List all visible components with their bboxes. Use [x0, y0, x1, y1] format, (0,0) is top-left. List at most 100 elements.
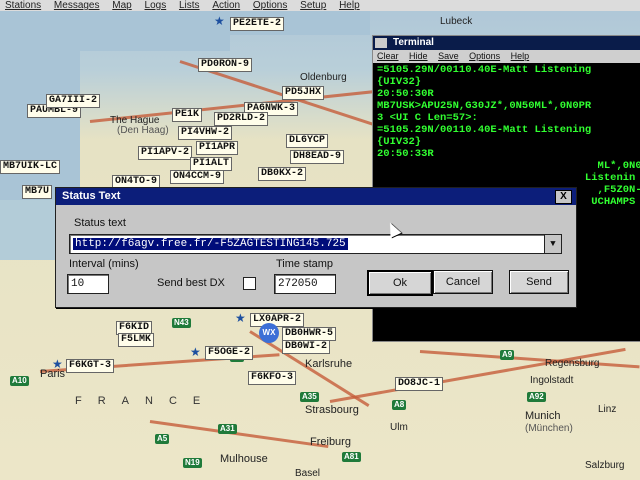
system-menu-icon[interactable]	[375, 38, 387, 48]
station-label[interactable]: MB7UIK-LC	[0, 160, 61, 174]
station-label[interactable]: PD5JHX	[282, 86, 325, 100]
city-freiburg: Freiburg	[310, 436, 351, 448]
station-label[interactable]: F5LMK	[118, 333, 155, 347]
city-lubeck: Lubeck	[440, 16, 473, 27]
interval-label: Interval (mins)	[69, 258, 139, 270]
dialog-title: Status Text	[62, 190, 121, 202]
terminal-line: 20:50:30R	[377, 88, 434, 100]
terminal-menu-clear[interactable]: Clear	[373, 51, 403, 61]
station-label[interactable]: ON4CCM-9	[170, 170, 225, 184]
cancel-button[interactable]: Cancel	[433, 270, 493, 294]
city-oldenburg: Oldenburg	[300, 72, 347, 83]
dialog-title-bar[interactable]: Status Text X	[56, 188, 576, 205]
city-karlsruhe: Karlsruhe	[305, 358, 353, 370]
station-label[interactable]: PI1ALT	[190, 157, 233, 171]
terminal-menu-options[interactable]: Options	[465, 51, 504, 61]
send-best-dx-label: Send best DX	[157, 277, 225, 289]
city-mulhouse: Mulhouse	[220, 453, 268, 465]
city-salzburg: Salzburg	[585, 460, 625, 471]
close-icon[interactable]: X	[555, 190, 572, 204]
menu-messages[interactable]: Messages	[49, 0, 105, 11]
menu-options[interactable]: Options	[248, 0, 292, 11]
station-star-icon: ★	[190, 345, 201, 359]
terminal-title-bar[interactable]: Terminal	[373, 36, 640, 50]
station-label[interactable]: PI1APV-2	[138, 146, 193, 160]
station-label[interactable]: PE2ETE-2	[230, 17, 285, 31]
menu-lists[interactable]: Lists	[174, 0, 205, 11]
chevron-down-icon[interactable]: ▼	[544, 235, 561, 253]
menu-stations[interactable]: Stations	[0, 0, 46, 11]
station-label[interactable]: DL6YCP	[286, 134, 329, 148]
station-label[interactable]: PI1APR	[196, 141, 239, 155]
terminal-line: =5105.29N/00110.40E-Matt Listening	[377, 64, 592, 76]
terminal-line: {UIV32}	[377, 76, 422, 88]
terminal-menu-bar: Clear Hide Save Options Help	[373, 50, 640, 63]
road-shield-a5: A5	[155, 434, 170, 444]
station-label[interactable]: F5OGE-2	[205, 346, 254, 360]
city-strasbourg: Strasbourg	[305, 404, 359, 416]
terminal-line: Listenin	[377, 172, 636, 184]
road-shield-a35: A35	[300, 392, 319, 402]
city-den-haag: (Den Haag)	[117, 125, 169, 136]
country-label-france: FRANCE	[75, 395, 217, 407]
menu-map[interactable]: Map	[107, 0, 136, 11]
menu-setup[interactable]: Setup	[295, 0, 331, 11]
terminal-line: {UIV32}	[377, 136, 422, 148]
station-label[interactable]: DB0WI-2	[282, 340, 331, 354]
station-label[interactable]: PI4VHW-2	[178, 126, 233, 140]
station-label[interactable]: DB0KX-2	[258, 167, 307, 181]
terminal-line: 3 <UI C Len=57>:	[377, 112, 478, 124]
station-label[interactable]: F6KGT-3	[66, 359, 115, 373]
road-shield-a9: A9	[500, 350, 515, 360]
terminal-line: MB7USK>APU25N,G30JZ*,0N50ML*,0N0PR	[377, 100, 592, 112]
menu-action[interactable]: Action	[207, 0, 245, 11]
road-shield-n43: N43	[172, 318, 191, 328]
station-label[interactable]: GA7III-2	[46, 94, 101, 108]
time-stamp-label: Time stamp	[276, 258, 334, 270]
station-label[interactable]: MB7U	[22, 185, 53, 199]
status-text-dialog: Status Text X Status text http://f6agv.f…	[55, 187, 577, 308]
ok-button[interactable]: Ok	[367, 270, 433, 296]
road-shield-a92: A92	[527, 392, 546, 402]
station-label[interactable]: DB0HWR-5	[282, 327, 337, 341]
station-star-icon: ★	[235, 311, 246, 325]
station-label[interactable]: F6KFO-3	[248, 371, 297, 385]
status-text-combobox[interactable]: http://f6agv.free.fr/-F5ZAGTESTING145.72…	[69, 234, 562, 254]
menu-logs[interactable]: Logs	[140, 0, 172, 11]
city-ulm: Ulm	[390, 422, 408, 433]
status-text-label: Status text	[74, 217, 126, 229]
city-linz: Linz	[598, 404, 617, 415]
road-shield-a81: A81	[342, 452, 361, 462]
road-shield-a31: A31	[218, 424, 237, 434]
terminal-title: Terminal	[393, 37, 434, 48]
interval-input[interactable]: 10	[67, 274, 109, 294]
road-shield-a10: A10	[10, 376, 29, 386]
terminal-menu-hide[interactable]: Hide	[405, 51, 432, 61]
send-best-dx-checkbox[interactable]	[243, 277, 256, 290]
station-label[interactable]: DH8EAD-9	[290, 150, 345, 164]
weather-station-icon[interactable]: WX	[259, 323, 279, 343]
terminal-line: =5105.29N/00110.40E-Matt Listening	[377, 124, 592, 136]
city-basel: Basel	[295, 468, 321, 479]
station-label[interactable]: LX0APR-2	[250, 313, 305, 327]
status-text-value: http://f6agv.free.fr/-F5ZAGTESTING145.72…	[73, 238, 348, 250]
station-label[interactable]: DO8JC-1	[395, 377, 444, 391]
road-shield-a8: A8	[392, 400, 407, 410]
station-star-icon: ★	[52, 357, 63, 371]
city-munchen: (München)	[525, 423, 573, 434]
terminal-line: 20:50:33R	[377, 148, 434, 160]
station-label[interactable]: PE1K	[172, 108, 203, 122]
terminal-menu-help[interactable]: Help	[507, 51, 534, 61]
station-label[interactable]: PD2RLD-2	[214, 112, 269, 126]
terminal-menu-save[interactable]: Save	[434, 51, 463, 61]
road-shield-n19: N19	[183, 458, 202, 468]
main-menu-bar: Stations Messages Map Logs Lists Action …	[0, 0, 640, 11]
station-star-icon: ★	[214, 14, 225, 28]
city-regensburg: Regensburg	[545, 358, 600, 369]
menu-help[interactable]: Help	[334, 0, 365, 11]
time-stamp-input[interactable]: 272050	[274, 274, 336, 294]
send-button[interactable]: Send	[509, 270, 569, 294]
terminal-line: ML*,0N0R	[377, 160, 640, 172]
city-ingolstadt: Ingolstadt	[530, 375, 574, 386]
station-label[interactable]: PD0RON-9	[198, 58, 253, 72]
